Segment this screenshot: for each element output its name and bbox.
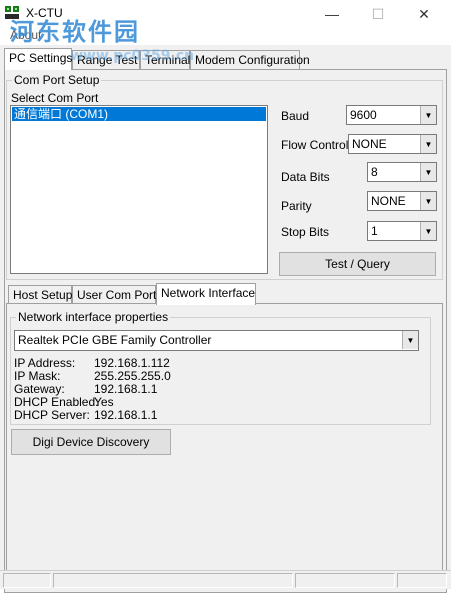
parity-select[interactable]: NONE ▼ — [367, 191, 437, 211]
dhcp-enabled-label: DHCP Enabled: — [14, 395, 99, 409]
baud-label: Baud — [281, 109, 310, 123]
tab-host-setup[interactable]: Host Setup — [8, 285, 72, 305]
test-query-button[interactable]: Test / Query — [279, 252, 436, 276]
data-bits-value: 8 — [371, 165, 378, 179]
ip-address-value: 192.168.1.112 — [94, 356, 170, 370]
ip-mask-value: 255.255.255.0 — [94, 369, 171, 383]
ip-address-label: IP Address: — [14, 356, 76, 370]
client-area: PC Settings Range Test Terminal Modem Co… — [0, 45, 451, 593]
select-com-port-label: Select Com Port — [11, 91, 99, 105]
status-cell — [3, 573, 51, 588]
flow-control-select[interactable]: NONE ▼ — [348, 134, 437, 154]
stop-bits-value: 1 — [371, 224, 378, 238]
status-cell — [397, 573, 447, 588]
tab-modem-configuration[interactable]: Modem Configuration — [190, 50, 310, 70]
chevron-down-icon[interactable]: ▼ — [420, 106, 436, 124]
watermark-logo: 河东软件园 — [10, 18, 140, 46]
tab-pc-settings[interactable]: PC Settings — [4, 48, 72, 70]
chevron-down-icon[interactable]: ▼ — [420, 163, 436, 181]
gateway-value: 192.168.1.1 — [94, 382, 158, 396]
flow-control-label: Flow Control — [281, 138, 349, 152]
chevron-down-icon[interactable]: ▼ — [420, 135, 436, 153]
status-cell — [53, 573, 293, 588]
com-port-setup-title: Com Port Setup — [12, 73, 102, 87]
close-button[interactable]: ✕ — [401, 0, 447, 28]
com-port-item[interactable]: 通信端口 (COM1) — [12, 107, 266, 121]
network-interface-title: Network interface properties — [16, 310, 171, 324]
dhcp-server-value: 192.168.1.1 — [94, 408, 158, 422]
data-bits-label: Data Bits — [281, 170, 330, 184]
tab-user-com-ports[interactable]: User Com Ports — [72, 285, 162, 305]
flow-control-value: NONE — [352, 137, 387, 151]
network-adapter-select[interactable]: Realtek PCIe GBE Family Controller ▼ — [14, 330, 419, 351]
digi-device-discovery-button[interactable]: Digi Device Discovery — [11, 429, 171, 455]
dhcp-server-label: DHCP Server: — [14, 408, 90, 422]
chevron-down-icon[interactable]: ▼ — [420, 222, 436, 240]
tab-network-interface[interactable]: Network Interface — [156, 283, 256, 305]
chevron-down-icon[interactable]: ▼ — [420, 192, 436, 210]
parity-value: NONE — [371, 194, 406, 208]
com-port-listbox[interactable]: 通信端口 (COM1) — [10, 105, 268, 274]
chevron-down-icon[interactable]: ▼ — [402, 331, 418, 349]
data-bits-select[interactable]: 8 ▼ — [367, 162, 437, 182]
stop-bits-select[interactable]: 1 ▼ — [367, 221, 437, 241]
ip-mask-label: IP Mask: — [14, 369, 61, 383]
status-cell — [295, 573, 395, 588]
stop-bits-label: Stop Bits — [281, 225, 330, 239]
baud-select[interactable]: 9600 ▼ — [346, 105, 437, 125]
parity-label: Parity — [281, 199, 312, 213]
network-adapter-value: Realtek PCIe GBE Family Controller — [18, 333, 212, 347]
gateway-label: Gateway: — [14, 382, 65, 396]
status-bar — [0, 570, 451, 589]
baud-value: 9600 — [350, 108, 377, 122]
dhcp-enabled-value: Yes — [94, 395, 114, 409]
watermark-url: www.pc0359.cn — [70, 48, 195, 64]
minimize-button[interactable]: — — [309, 0, 355, 28]
maximize-button[interactable]: ☐ — [355, 0, 401, 28]
